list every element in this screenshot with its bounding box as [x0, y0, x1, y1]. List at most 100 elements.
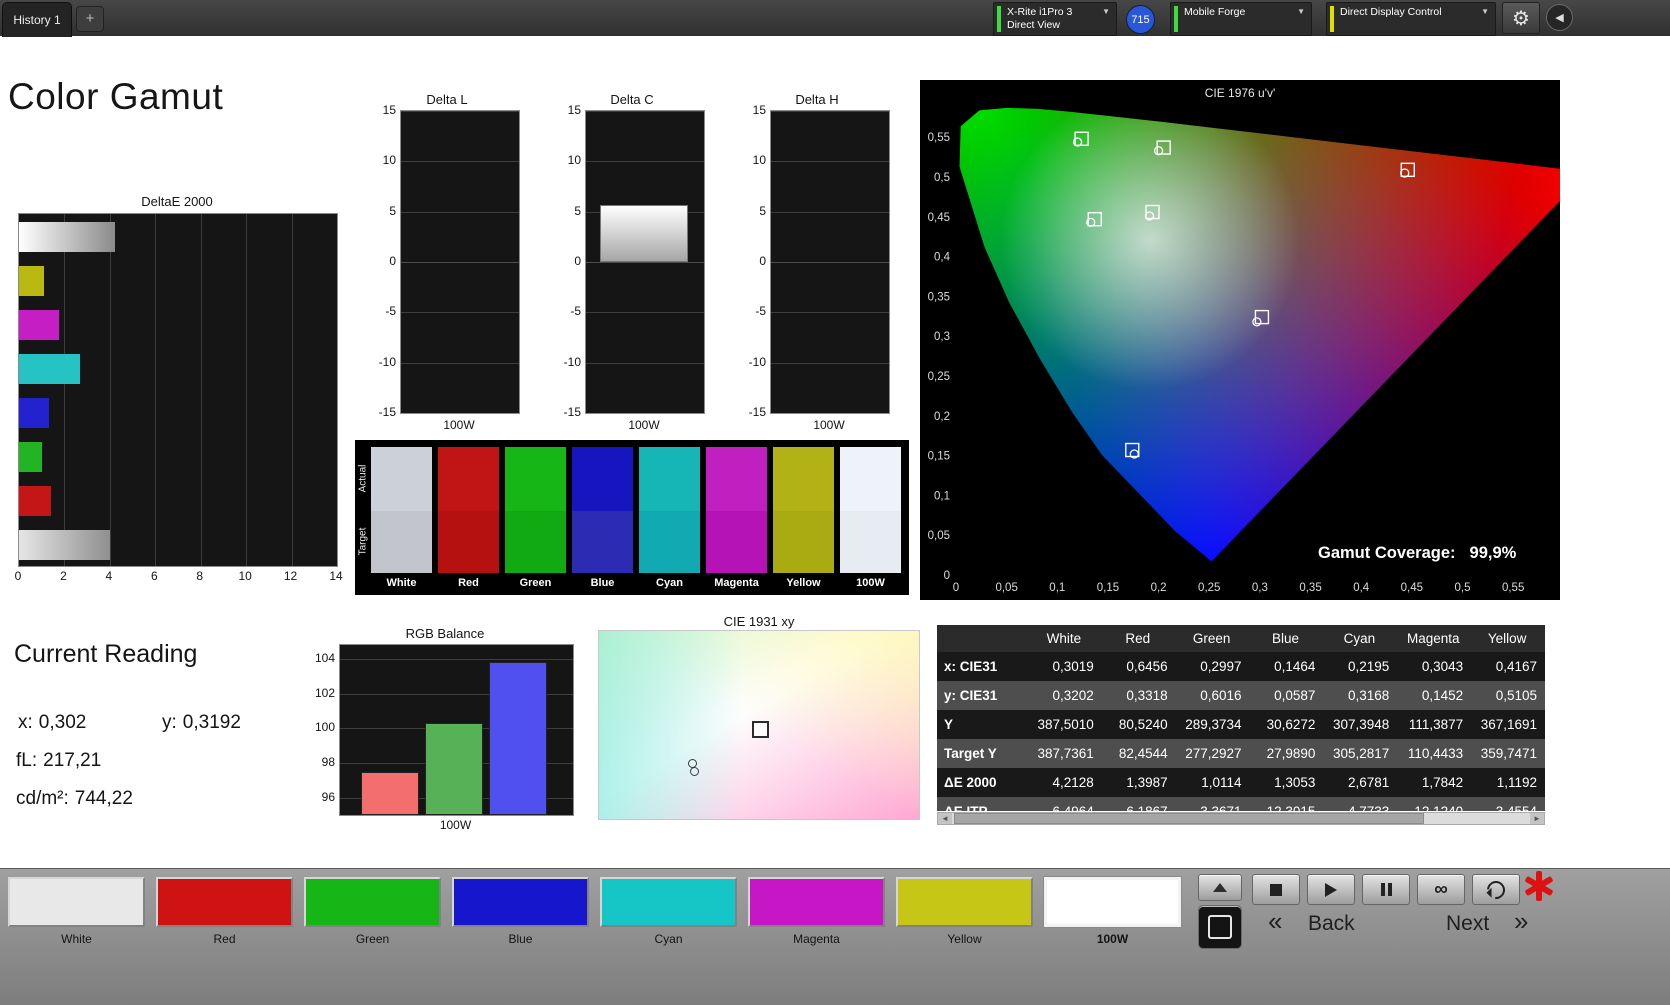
chevron-down-icon: ▼	[1297, 7, 1305, 16]
cie1931-chart: CIE 1931 xy	[598, 614, 920, 822]
patch-button-100w[interactable]: 100W	[1044, 877, 1181, 946]
patch-swatch	[8, 877, 145, 927]
gridline	[586, 262, 704, 263]
table-cell: 6,1867	[1101, 797, 1175, 811]
collapse-panel-button[interactable]: ◀	[1546, 4, 1573, 31]
gridline	[401, 312, 519, 313]
target-swatch	[438, 511, 499, 573]
table-row: ΔE 20004,21281,39871,01141,30532,67811,7…	[937, 768, 1545, 797]
row-label: Target Y	[937, 739, 1027, 768]
gridline	[401, 161, 519, 162]
gamut-coverage-value: 99,9%	[1470, 544, 1517, 563]
patch-window-button[interactable]	[1198, 905, 1242, 949]
gridline	[155, 214, 156, 566]
column-header: Blue	[1249, 625, 1323, 652]
scroll-left-icon[interactable]: ◄	[938, 813, 952, 824]
x-axis-tick: 14	[324, 569, 348, 583]
actual-swatch	[840, 447, 901, 511]
cie1931-plot	[598, 630, 920, 820]
swatch-column-green: Green	[505, 447, 566, 593]
gridline	[771, 312, 889, 313]
stop-button[interactable]	[1252, 874, 1300, 905]
y-axis-tick: 10	[372, 153, 396, 167]
bottom-bar: WhiteRedGreenBlue Cyan MagentaYellow100W ∞…	[0, 868, 1670, 1005]
measurement-table: WhiteRedGreenBlueCyanMagentaYellow x: CI…	[937, 625, 1545, 811]
y-axis-tick: 10	[557, 153, 581, 167]
y-axis-tick: 98	[315, 755, 335, 769]
patch-button-yellow[interactable]: Yellow	[896, 877, 1033, 946]
y-axis-tick: 15	[557, 103, 581, 117]
table-cell: 12,1240	[1396, 797, 1470, 811]
patch-swatch	[304, 877, 441, 927]
continuous-read-button[interactable]: ∞	[1417, 874, 1465, 905]
back-button[interactable]: Back	[1302, 911, 1361, 937]
y-axis-tick: 0	[557, 254, 581, 268]
chart-title: RGB Balance	[315, 626, 575, 641]
scroll-right-icon[interactable]: ►	[1530, 813, 1544, 824]
patch-button-green[interactable]: Green	[304, 877, 441, 946]
test-patch-row: WhiteRedGreenBlue Cyan MagentaYellow100W	[8, 877, 1181, 946]
table-cell: 3,3671	[1175, 797, 1249, 811]
delta-plot	[585, 110, 705, 414]
rgb-bar-green	[425, 723, 483, 815]
column-header	[1544, 625, 1545, 652]
display-control-name: Direct Display Control	[1340, 3, 1477, 19]
row-label: Y	[937, 710, 1027, 739]
infinity-icon: ∞	[1434, 880, 1448, 899]
patch-button-magenta[interactable]: Magenta	[748, 877, 885, 946]
patch-button-white[interactable]: White	[8, 877, 145, 946]
back-chevrons-icon[interactable]: «	[1262, 905, 1288, 938]
y-axis-tick: 0	[944, 570, 950, 582]
chevron-down-icon: ▼	[1102, 7, 1110, 16]
chart-title: CIE 1976 u'v'	[920, 86, 1560, 100]
next-chevrons-icon[interactable]: »	[1508, 905, 1534, 938]
table-cell: 0,6456	[1101, 652, 1175, 681]
column-header: Cyan	[1322, 625, 1396, 652]
scrollbar-thumb[interactable]	[954, 813, 1424, 824]
gridline	[401, 111, 519, 112]
pause-button[interactable]	[1362, 874, 1410, 905]
column-header: Yellow	[1470, 625, 1544, 652]
table-horizontal-scrollbar[interactable]: ◄ ►	[937, 812, 1545, 825]
y-axis-tick: -5	[742, 304, 766, 318]
x-axis-tick: 8	[188, 569, 212, 583]
y-axis-tick: 96	[315, 790, 335, 804]
patch-button-cyan[interactable]: Cyan	[600, 877, 737, 946]
patch-button-red[interactable]: Red	[156, 877, 293, 946]
patch-label: Cyan	[600, 932, 737, 946]
deltae2000-x-axis: 02468101214	[18, 569, 336, 587]
gamut-horseshoe	[920, 80, 1560, 600]
x-axis-label: 100W	[400, 418, 518, 432]
patch-swatch	[1044, 877, 1181, 927]
collapse-left-icon: ◀	[1555, 11, 1563, 24]
reading-cdm2: cd/m²:744,22	[16, 788, 133, 810]
row-label: ΔE ITP	[937, 797, 1027, 811]
source-dropdown[interactable]: Mobile Forge ▼	[1170, 2, 1312, 36]
gridline	[110, 214, 111, 566]
tab-history-1[interactable]: History 1	[2, 2, 72, 37]
swatch-column-magenta: Magenta	[706, 447, 767, 593]
actual-swatch	[773, 447, 834, 511]
display-control-dropdown[interactable]: Direct Display Control ▼	[1326, 2, 1496, 36]
table-cell: 0,3168	[1322, 681, 1396, 710]
table-cell: 5	[1544, 768, 1545, 797]
loop-button[interactable]	[1472, 874, 1520, 905]
next-button[interactable]: Next	[1440, 911, 1495, 937]
expand-panel-button[interactable]	[1198, 874, 1242, 901]
gridline	[771, 262, 889, 263]
gridline	[771, 363, 889, 364]
deltae-bar-blue	[19, 398, 49, 428]
x-axis-tick: 0,1	[1049, 582, 1065, 594]
play-button[interactable]	[1307, 874, 1355, 905]
x-axis-tick: 0,25	[1198, 582, 1220, 594]
table-cell: 307,3948	[1322, 710, 1396, 739]
x-axis-tick: 0,4	[1353, 582, 1370, 594]
y-axis-tick: 0,2	[934, 411, 950, 423]
patch-button-blue[interactable]: Blue	[452, 877, 589, 946]
table-cell: 305,2817	[1322, 739, 1396, 768]
add-tab-button[interactable]: +	[76, 6, 104, 32]
settings-button[interactable]: ⚙	[1502, 2, 1540, 34]
target-swatch	[572, 511, 633, 573]
table-cell: 359,7471	[1470, 739, 1544, 768]
meter-dropdown[interactable]: X-Rite i1Pro 3 Direct View ▼	[993, 2, 1117, 36]
